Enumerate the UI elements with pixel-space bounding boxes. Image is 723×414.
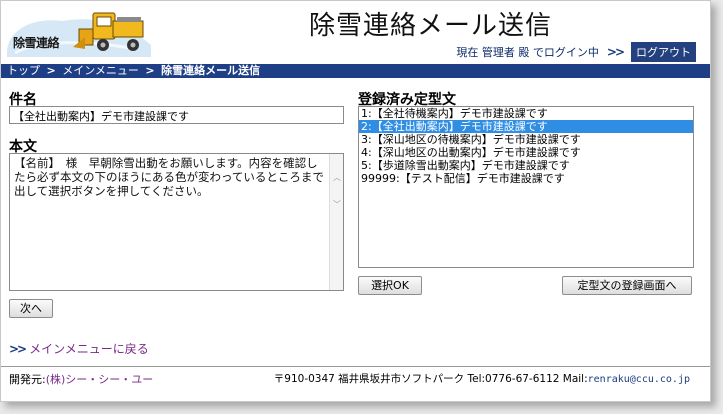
app-window: 除雪連絡 除雪連絡メール送信 現在 管理者 殿 でログイン中 >> ログアウト …	[0, 0, 711, 402]
template-item[interactable]: 1:【全社待機案内】デモ市建設課です	[359, 107, 693, 120]
scroll-down-icon[interactable]: ﹀	[333, 199, 341, 210]
login-status: 現在 管理者 殿 でログイン中	[456, 46, 599, 59]
template-item-selected[interactable]: 2:【全社出動案内】デモ市建設課です	[359, 120, 693, 133]
footer-dev-prefix: 開発元:	[9, 373, 46, 386]
back-link-label[interactable]: メインメニューに戻る	[29, 342, 149, 356]
footer-company-link[interactable]: (株)シー・シー・ユー	[46, 373, 154, 386]
footer-address: 〒910-0347 福井県坂井市ソフトパーク Tel:0776-67-6112 …	[273, 373, 588, 385]
template-listbox[interactable]: 1:【全社待機案内】デモ市建設課です 2:【全社出動案内】デモ市建設課です 3:…	[358, 106, 694, 268]
breadcrumb-current: 除雪連絡メール送信	[161, 64, 261, 77]
logout-button[interactable]: ログアウト	[631, 42, 696, 62]
double-chevron-right-icon: >>	[606, 45, 625, 59]
register-template-button[interactable]: 定型文の登録画面へ	[562, 276, 692, 295]
back-to-main-menu-link[interactable]: >> メインメニューに戻る	[9, 340, 149, 357]
snowplow-logo: 除雪連絡	[5, 5, 155, 59]
chevron-right-icon: >	[145, 64, 155, 77]
header: 除雪連絡 除雪連絡メール送信 現在 管理者 殿 でログイン中 >> ログアウト	[1, 1, 710, 64]
breadcrumb-main-menu[interactable]: メインメニュー	[62, 64, 139, 77]
next-button[interactable]: 次へ	[9, 299, 53, 318]
template-item[interactable]: 3:【深山地区の待機案内】デモ市建設課です	[359, 133, 693, 146]
breadcrumb: トップ > メインメニュー > 除雪連絡メール送信	[1, 64, 710, 78]
scroll-up-icon[interactable]: ︿	[333, 172, 341, 183]
body-text: 【名前】 様 早朝除雪出動をお願いします。内容を確認したら必ず本文の下のほうにあ…	[14, 156, 324, 198]
body-textarea[interactable]: 【名前】 様 早朝除雪出動をお願いします。内容を確認したら必ず本文の下のほうにあ…	[9, 153, 344, 291]
subject-field[interactable]: 【全社出動案内】デモ市建設課です	[9, 106, 344, 124]
template-item[interactable]: 5:【歩道除雪出動案内】デモ市建設課です	[359, 159, 693, 172]
breadcrumb-top[interactable]: トップ	[7, 64, 40, 77]
template-item[interactable]: 99999:【テスト配信】デモ市建設課です	[359, 172, 693, 185]
login-status-bar: 現在 管理者 殿 でログイン中 >> ログアウト	[456, 42, 696, 62]
double-chevron-right-icon: >>	[9, 342, 27, 356]
template-item[interactable]: 4:【深山地区の出動案内】デモ市建設課です	[359, 146, 693, 159]
body-scrollbar[interactable]: ︿ ﹀	[329, 154, 343, 290]
footer-email-link[interactable]: renraku@ccu.co.jp	[588, 374, 690, 385]
chevron-right-icon: >	[46, 64, 56, 77]
select-ok-button[interactable]: 選択OK	[358, 276, 422, 295]
footer-divider	[1, 366, 710, 367]
page-title: 除雪連絡メール送信	[309, 11, 553, 41]
footer-contact: 〒910-0347 福井県坂井市ソフトパーク Tel:0776-67-6112 …	[274, 371, 690, 386]
logo-text: 除雪連絡	[13, 36, 60, 50]
footer-developer: 開発元:(株)シー・シー・ユー	[9, 371, 153, 387]
